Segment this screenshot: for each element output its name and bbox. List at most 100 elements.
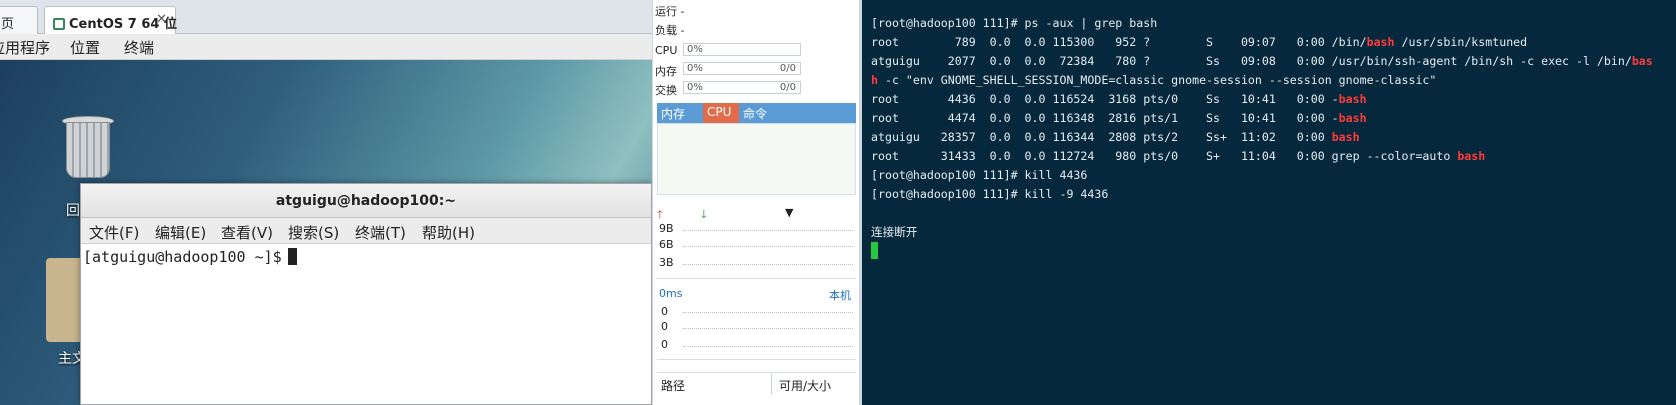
ssh-output: [root@hadoop100 111]# ps -aux | grep bas…: [871, 14, 1676, 242]
highlight-match: h: [871, 73, 878, 87]
gridline: [683, 230, 853, 231]
menu-terminal[interactable]: 终端: [124, 37, 154, 58]
terminal-menu-bar: 文件(F) 编辑(E) 查看(V) 搜索(S) 终端(T) 帮助(H): [81, 218, 651, 244]
ssh-line: root 789 0.0 0.0 115300 952 ? S 09:07 0:…: [871, 33, 1676, 52]
ssh-line: [871, 204, 1676, 223]
menu-applications[interactable]: 应用程序: [0, 37, 50, 58]
process-list[interactable]: [657, 123, 856, 195]
mem-value: 0%: [687, 63, 703, 74]
highlight-match: bash: [1331, 130, 1360, 144]
highlight-match: bash: [1366, 35, 1395, 49]
ssh-text: 连接断开: [871, 225, 918, 239]
highlight-match: bash: [1338, 111, 1367, 125]
close-icon[interactable]: ✕: [156, 12, 167, 27]
system-monitor-panel: 运行 - 负载 - CPU 0% 内存 0% 0/0 交换 0% 0/0 内存 CP…: [652, 0, 860, 405]
ssh-terminal[interactable]: [root@hadoop100 111]# ps -aux | grep bas…: [860, 0, 1676, 405]
vm-tab-bar: 页 CentOS 7 64 位 ✕: [0, 0, 652, 34]
column-divider: [771, 374, 772, 394]
highlight-match: bas: [1631, 54, 1653, 68]
tab-cpu[interactable]: CPU: [703, 103, 739, 123]
ssh-line: h -c "env GNOME_SHELL_SESSION_MODE=class…: [871, 71, 1676, 90]
ssh-line: root 4436 0.0 0.0 116524 3168 pts/0 Ss 1…: [871, 90, 1676, 109]
gnome-top-bar: 应用程序 位置 终端: [0, 34, 652, 60]
ssh-line: atguigu 2077 0.0 0.0 72384 780 ? Ss 09:0…: [871, 52, 1676, 71]
ssh-line: atguigu 28357 0.0 0.0 116344 2808 pts/2 …: [871, 128, 1676, 147]
ssh-text: root 789 0.0 0.0 115300 952 ? S 09:07 0:…: [871, 35, 1367, 49]
swap-value: 0%: [687, 82, 703, 93]
local-label[interactable]: 本机: [829, 287, 851, 303]
terminal-output[interactable]: [atguigu@hadoop100 ~]$: [81, 244, 651, 270]
highlight-match: bash: [1457, 149, 1486, 163]
latency-tick: 0: [661, 338, 668, 351]
vm-tab-centos[interactable]: CentOS 7 64 位 ✕: [44, 6, 177, 34]
gridline: [683, 312, 853, 313]
highlight-match: bash: [1338, 92, 1367, 106]
ssh-line: [root@hadoop100 111]# kill 4436: [871, 166, 1676, 185]
net-tick: 9B: [659, 222, 674, 235]
gridline: [683, 328, 853, 329]
mem-label: 内存: [655, 65, 677, 78]
divider: [657, 372, 856, 373]
gridline: [683, 264, 853, 265]
disk-col-size: 可用/大小: [779, 379, 832, 393]
net-tick: 6B: [659, 238, 674, 251]
ssh-line: root 4474 0.0 0.0 116348 2816 pts/1 Ss 1…: [871, 109, 1676, 128]
dropdown-icon[interactable]: ▼: [785, 206, 793, 219]
menu-places[interactable]: 位置: [70, 37, 100, 58]
download-arrow-icon: 🡓: [701, 208, 707, 221]
menu-view[interactable]: 查看(V): [221, 222, 273, 243]
running-label: 运行 -: [655, 5, 685, 18]
vm-tab-home[interactable]: 页: [0, 6, 38, 34]
latency-tick: 0: [661, 305, 668, 318]
vm-icon: [53, 18, 65, 30]
disk-col-path: 路径: [661, 379, 686, 393]
ssh-text: root 4474 0.0 0.0 116348 2816 pts/1 Ss 1…: [871, 111, 1339, 125]
menu-help[interactable]: 帮助(H): [422, 222, 475, 243]
gridline: [683, 246, 853, 247]
screen: 页 CentOS 7 64 位 ✕ 应用程序 位置 终端 回 主文 atguig…: [0, 0, 1676, 405]
process-table-header: 内存 CPU 命令: [657, 103, 856, 123]
mem-extra: 0/0: [779, 63, 796, 74]
menu-file[interactable]: 文件(F): [89, 222, 139, 243]
ssh-input-line[interactable]: [871, 242, 1676, 261]
ssh-text: /usr/sbin/ksmtuned: [1394, 35, 1528, 49]
desktop-icon-label: 回: [66, 203, 80, 219]
menu-terminal-t[interactable]: 终端(T): [355, 222, 406, 243]
terminal-title: atguigu@hadoop100:~: [81, 184, 651, 218]
menu-edit[interactable]: 编辑(E): [155, 222, 206, 243]
text-cursor: [871, 242, 878, 259]
tab-command[interactable]: 命令: [743, 105, 767, 122]
cpu-value: 0%: [687, 44, 703, 55]
ssh-line: 连接断开: [871, 223, 1676, 242]
cpu-bar: 0%: [683, 43, 801, 56]
mem-bar: 0% 0/0: [683, 62, 801, 75]
ssh-text: root 31433 0.0 0.0 112724 980 pts/0 S+ 1…: [871, 149, 1458, 163]
ssh-text: [root@hadoop100 111]# kill -9 4436: [871, 187, 1109, 201]
ssh-line: root 31433 0.0 0.0 112724 980 pts/0 S+ 1…: [871, 147, 1676, 166]
swap-bar: 0% 0/0: [683, 81, 801, 94]
ssh-text: root 4436 0.0 0.0 116524 3168 pts/0 Ss 1…: [871, 92, 1339, 106]
cpu-label: CPU: [655, 44, 678, 57]
ssh-line: [root@hadoop100 111]# kill -9 4436: [871, 185, 1676, 204]
vm-window: 页 CentOS 7 64 位 ✕ 应用程序 位置 终端 回 主文 atguig…: [0, 0, 652, 405]
divider: [657, 278, 856, 279]
text-cursor: [287, 248, 297, 265]
ssh-text: atguigu 2077 0.0 0.0 72384 780 ? Ss 09:0…: [871, 54, 1632, 68]
tab-memory[interactable]: 内存: [661, 105, 685, 122]
divider: [657, 359, 856, 360]
trash-icon[interactable]: [58, 116, 118, 180]
ssh-line: [root@hadoop100 111]# ps -aux | grep bas…: [871, 14, 1676, 33]
ssh-text: -c "env GNOME_SHELL_SESSION_MODE=classic…: [877, 73, 1437, 87]
latency-tick: 0: [661, 320, 668, 333]
terminal-window[interactable]: atguigu@hadoop100:~ 文件(F) 编辑(E) 查看(V) 搜索…: [80, 183, 652, 405]
ssh-text: atguigu 28357 0.0 0.0 116344 2808 pts/2 …: [871, 130, 1332, 144]
swap-label: 交换: [655, 84, 677, 97]
menu-search[interactable]: 搜索(S): [288, 222, 339, 243]
swap-extra: 0/0: [779, 82, 796, 93]
net-tick: 3B: [659, 256, 674, 269]
ssh-text: [root@hadoop100 111]# ps -aux | grep bas…: [871, 16, 1158, 30]
terminal-prompt: [atguigu@hadoop100 ~]$: [83, 248, 282, 266]
ssh-text: [root@hadoop100 111]# kill 4436: [871, 168, 1088, 182]
load-label: 负载 -: [655, 24, 685, 37]
latency-label: 0ms: [659, 287, 683, 300]
